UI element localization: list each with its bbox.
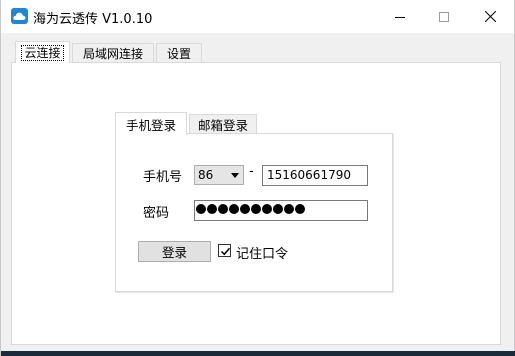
tab-cloud-connection[interactable]: 云连接 <box>15 41 70 63</box>
tab-settings[interactable]: 设置 <box>156 43 202 63</box>
country-code-select[interactable]: 86 <box>194 165 244 185</box>
phone-value: 15160661790 <box>267 168 351 182</box>
password-dot <box>295 204 305 214</box>
phone-separator: - <box>249 164 254 179</box>
password-dot <box>262 204 272 214</box>
window-title: 海为云透传 V1.0.10 <box>33 12 153 27</box>
password-dot <box>284 204 294 214</box>
app-window: 海为云透传 V1.0.10 云连接 局域网连接 设置 手机登录 邮箱登录 手机号… <box>0 0 515 356</box>
checkmark-icon <box>220 247 231 256</box>
chevron-down-icon <box>231 173 239 178</box>
password-dot <box>196 204 206 214</box>
login-button[interactable]: 登录 <box>138 241 211 262</box>
password-dot <box>229 204 239 214</box>
tab-label: 手机登录 <box>125 117 176 133</box>
tab-lan-connection[interactable]: 局域网连接 <box>72 43 154 63</box>
tab-email-login[interactable]: 邮箱登录 <box>189 114 257 134</box>
close-button[interactable] <box>467 0 513 33</box>
tab-phone-login[interactable]: 手机登录 <box>115 112 187 135</box>
taskbar-edge <box>1 351 515 356</box>
country-code-value: 86 <box>198 168 214 182</box>
password-label: 密码 <box>143 206 170 221</box>
close-icon <box>484 11 496 22</box>
tab-label: 设置 <box>166 47 191 61</box>
title-bar: 海为云透传 V1.0.10 <box>1 0 514 33</box>
password-dot <box>218 204 228 214</box>
phone-label: 手机号 <box>143 170 183 185</box>
login-button-label: 登录 <box>161 245 187 260</box>
maximize-icon <box>439 11 449 22</box>
password-input[interactable] <box>194 200 368 221</box>
tab-label: 云连接 <box>21 44 64 61</box>
tab-label: 邮箱登录 <box>197 118 248 133</box>
password-mask <box>196 204 305 214</box>
password-dot <box>273 204 283 214</box>
cloud-app-icon <box>11 8 28 24</box>
tab-label: 局域网连接 <box>82 47 143 61</box>
password-dot <box>207 204 217 214</box>
password-dot <box>251 204 261 214</box>
phone-input[interactable]: 15160661790 <box>262 165 368 186</box>
minimize-icon <box>395 16 405 18</box>
remember-password-label: 记住口令 <box>236 247 289 262</box>
password-dot <box>240 204 250 214</box>
minimize-button[interactable] <box>377 0 423 33</box>
remember-password-checkbox[interactable] <box>218 244 231 257</box>
maximize-button[interactable] <box>421 0 467 33</box>
